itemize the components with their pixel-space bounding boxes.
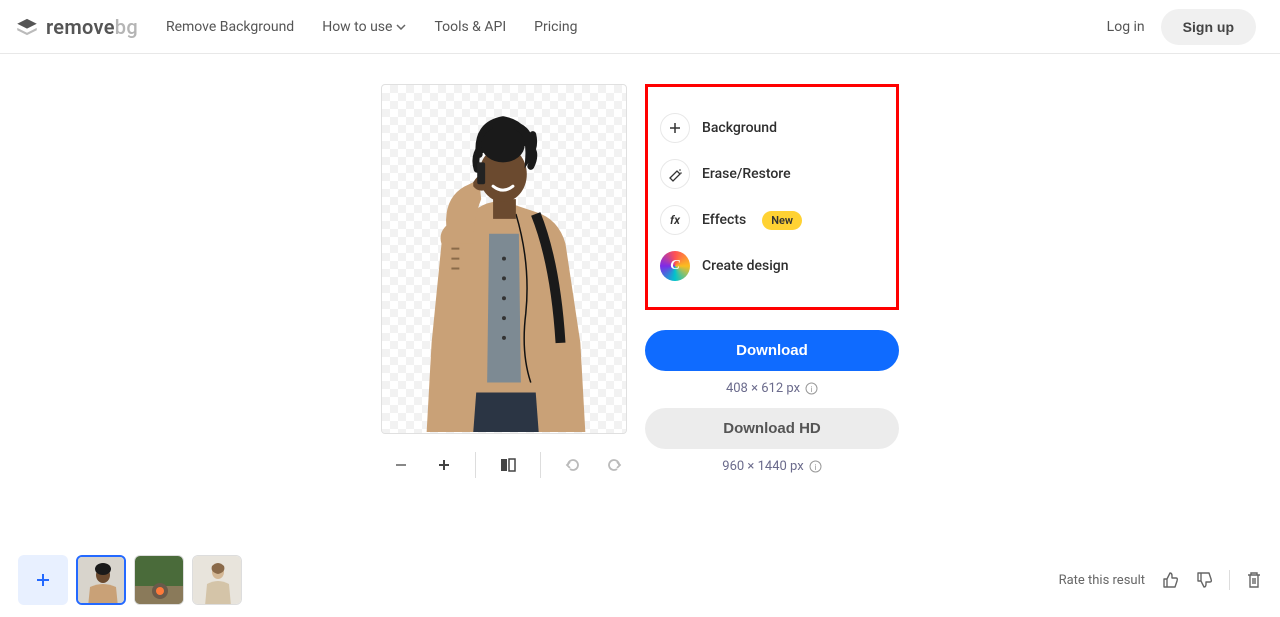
download-hd-resolution: 960 × 1440 px i (645, 459, 899, 474)
svg-text:i: i (811, 385, 813, 394)
thumbs-down-icon (1195, 571, 1213, 589)
toolbar-separator (475, 452, 476, 478)
canva-icon: C (660, 251, 690, 281)
nav-how-to-use[interactable]: How to use (322, 19, 406, 35)
nav: Remove Background How to use Tools & API… (166, 19, 1107, 35)
info-icon[interactable]: i (805, 382, 818, 395)
erase-icon (660, 159, 690, 189)
logo-text: removebg (46, 15, 138, 39)
fx-icon: fx (660, 205, 690, 235)
redo-icon (607, 457, 623, 473)
redo-button[interactable] (604, 453, 627, 477)
bottom-bar: Rate this result (0, 555, 1280, 605)
nav-how-to-use-label: How to use (322, 19, 392, 35)
login-link[interactable]: Log in (1107, 19, 1145, 35)
option-background[interactable]: Background (660, 105, 872, 151)
header: removebg Remove Background How to use To… (0, 0, 1280, 54)
minus-icon (394, 458, 408, 472)
logo[interactable]: removebg (14, 14, 138, 40)
subject-image (382, 85, 626, 432)
nav-pricing[interactable]: Pricing (534, 19, 577, 35)
thumbnail-2[interactable] (134, 555, 184, 605)
auth-area: Log in Sign up (1107, 9, 1256, 45)
preview-toolbar (381, 452, 627, 478)
thumbs-up-icon (1161, 571, 1179, 589)
logo-icon (14, 14, 40, 40)
svg-text:i: i (814, 463, 816, 472)
options-panel: Background Erase/Restore fx Effects New … (645, 84, 899, 310)
option-erase-restore[interactable]: Erase/Restore (660, 151, 872, 197)
thumbnail-3[interactable] (192, 555, 242, 605)
trash-icon (1246, 571, 1262, 589)
thumbnail-strip (18, 555, 242, 605)
option-effects[interactable]: fx Effects New (660, 197, 872, 243)
thumbnail-1[interactable] (76, 555, 126, 605)
preview-frame[interactable] (381, 84, 627, 434)
toolbar-separator (540, 452, 541, 478)
thumbs-up-button[interactable] (1161, 571, 1179, 589)
rate-label: Rate this result (1059, 573, 1145, 588)
right-column: Background Erase/Restore fx Effects New … (645, 84, 899, 486)
undo-icon (564, 457, 580, 473)
nav-tools-api[interactable]: Tools & API (434, 19, 506, 35)
zoom-out-button[interactable] (389, 453, 412, 477)
download-resolution: 408 × 612 px i (645, 381, 899, 396)
signup-button[interactable]: Sign up (1161, 9, 1256, 45)
rate-area: Rate this result (1059, 570, 1262, 590)
new-badge: New (762, 211, 802, 230)
option-erase-restore-label: Erase/Restore (702, 166, 791, 182)
thumbs-down-button[interactable] (1195, 571, 1213, 589)
plus-icon (660, 113, 690, 143)
add-image-button[interactable] (18, 555, 68, 605)
option-background-label: Background (702, 120, 777, 136)
option-create-design[interactable]: C Create design (660, 243, 872, 289)
option-effects-label: Effects (702, 212, 746, 228)
chevron-down-icon (396, 24, 406, 30)
main: Background Erase/Restore fx Effects New … (0, 54, 1280, 486)
undo-button[interactable] (561, 453, 584, 477)
plus-icon (34, 571, 52, 589)
download-button[interactable]: Download (645, 330, 899, 371)
nav-remove-background[interactable]: Remove Background (166, 19, 294, 35)
preview-column (381, 84, 627, 486)
option-create-design-label: Create design (702, 258, 789, 274)
plus-icon (437, 458, 451, 472)
info-icon[interactable]: i (809, 460, 822, 473)
compare-icon (500, 457, 516, 473)
delete-button[interactable] (1246, 571, 1262, 589)
zoom-in-button[interactable] (432, 453, 455, 477)
compare-button[interactable] (496, 453, 519, 477)
separator (1229, 570, 1230, 590)
download-hd-button[interactable]: Download HD (645, 408, 899, 449)
